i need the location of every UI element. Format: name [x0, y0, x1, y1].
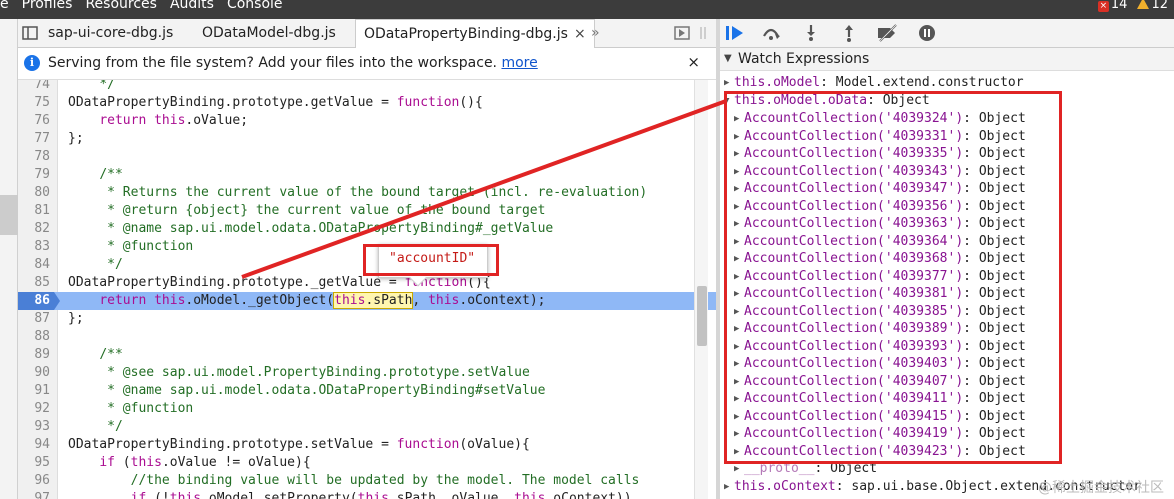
editor-tabbar: sap-ui-core-dbg.js ODataModel-dbg.js ODa… [18, 19, 716, 48]
line-number[interactable]: 75 [18, 94, 50, 112]
collapsed-triangle-icon: ▶ [724, 78, 730, 88]
code-line[interactable]: 95 if (this.oValue != oValue){ [18, 454, 716, 472]
annotation-box-watch [724, 91, 1062, 464]
line-number[interactable]: 88 [18, 328, 50, 346]
code-text: }; [68, 131, 84, 146]
code-line-current[interactable]: 86 return this.oModel._getObject(this.sP… [18, 292, 716, 310]
code-line[interactable]: 97 if (!this.oModel.setProperty(this.sPa… [18, 490, 716, 499]
close-tab-icon[interactable]: × [574, 26, 586, 42]
scrollbar-thumb[interactable] [697, 286, 707, 346]
code-line[interactable]: 94 ODataPropertyBinding.prototype.setValu… [18, 436, 716, 454]
line-number[interactable]: 97 [18, 490, 50, 499]
expand-triangle-icon: ▼ [724, 53, 732, 64]
watermark: @稀土掘金技术社区 [1038, 480, 1164, 496]
line-number[interactable]: 89 [18, 346, 50, 364]
close-icon[interactable]: × [687, 53, 700, 71]
menu-item-resources[interactable]: Resources [85, 0, 157, 12]
code-line[interactable]: 74 */ [18, 80, 716, 94]
code-line[interactable]: 88 [18, 328, 716, 346]
watch-expressions-header[interactable]: ▼ Watch Expressions [720, 48, 1174, 71]
line-number[interactable]: 92 [18, 400, 50, 418]
more-tabs-button[interactable]: » [591, 19, 600, 48]
line-number[interactable]: 83 [18, 238, 50, 256]
code-line[interactable]: 89 /** [18, 346, 716, 364]
annotation-arrow-line [241, 99, 727, 279]
line-number[interactable]: 85 [18, 274, 50, 292]
code-text: ODataPropertyBinding.prototype.setValue … [68, 437, 530, 452]
navigator-selection [0, 195, 18, 235]
code-line[interactable]: 90 * @see sap.ui.model.PropertyBinding.p… [18, 364, 716, 382]
tab-odatapropertybinding[interactable]: ODataPropertyBinding-dbg.js × [355, 19, 595, 48]
code-line[interactable]: 96 //the binding value will be updated b… [18, 472, 716, 490]
menu-item-console[interactable]: Console [227, 0, 283, 12]
toggle-navigator-icon[interactable] [22, 19, 38, 48]
warning-icon [1137, 0, 1150, 9]
line-number[interactable]: 95 [18, 454, 50, 472]
infobar-message: Serving from the file system? Add your f… [48, 55, 498, 71]
tab-sap-ui-core[interactable]: sap-ui-core-dbg.js [48, 19, 173, 48]
devtools-window: { "topbar":{"menu":["e","Profiles","Reso… [0, 0, 1174, 499]
code-text: if (!this.oModel.setProperty(this.sPath,… [130, 491, 632, 499]
toggle-debugger-icon[interactable] [674, 19, 710, 48]
navigator-strip[interactable] [0, 19, 18, 499]
menu-item-profiles[interactable]: Profiles [22, 0, 73, 12]
line-number[interactable]: 80 [18, 184, 50, 202]
workspace-infobar: i Serving from the file system? Add your… [18, 48, 716, 80]
error-icon: × [1097, 1, 1109, 12]
code-text: */ [99, 419, 123, 434]
step-into-icon[interactable] [800, 24, 822, 46]
line-number[interactable]: 96 [18, 472, 50, 490]
code-text: * @name sap.ui.model.odata.ODataProperty… [99, 383, 546, 398]
line-number[interactable]: 74 [18, 80, 50, 94]
watch-expressions-title: Watch Expressions [738, 51, 870, 67]
debugger-toolbar [720, 19, 1174, 48]
code-text: if (this.oValue != oValue){ [99, 455, 311, 470]
code-line[interactable]: 91 * @name sap.ui.model.odata.ODataPrope… [18, 382, 716, 400]
code-line[interactable]: 93 */ [18, 418, 716, 436]
code-text: //the binding value will be updated by t… [130, 473, 640, 488]
warning-count[interactable]: 12 [1137, 0, 1168, 12]
step-out-icon[interactable] [838, 24, 860, 46]
line-number[interactable]: 94 [18, 436, 50, 454]
menu-item-elements[interactable]: e [0, 0, 9, 12]
line-number[interactable]: 91 [18, 382, 50, 400]
line-number[interactable]: 86 [18, 292, 54, 310]
collapsed-triangle-icon: ▶ [724, 482, 730, 492]
devtools-menubar: e Profiles Resources Audits Console × 14 … [0, 0, 1174, 19]
line-number[interactable]: 93 [18, 418, 50, 436]
code-text: /** [99, 347, 123, 362]
code-text: * @function [99, 239, 194, 254]
line-number[interactable]: 84 [18, 256, 50, 274]
line-number[interactable]: 90 [18, 364, 50, 382]
menu-item-audits[interactable]: Audits [170, 0, 214, 12]
code-text: return this.oValue; [99, 113, 249, 128]
code-text: /** [99, 167, 123, 182]
info-icon: i [24, 55, 40, 71]
more-link[interactable]: more [501, 55, 537, 71]
code-text: }; [68, 311, 84, 326]
code-text: * @function [99, 401, 194, 416]
deactivate-breakpoints-icon[interactable] [876, 24, 898, 46]
error-count[interactable]: × 14 [1097, 0, 1127, 12]
watch-row-omodel[interactable]: ▶ this.oModel: Model.extend.constructor [724, 74, 1024, 92]
line-number[interactable]: 79 [18, 166, 50, 184]
code-text: return this.oModel._getObject(this.sPath… [99, 292, 546, 309]
code-line[interactable]: 92 * @function [18, 400, 716, 418]
resume-icon[interactable] [724, 24, 746, 46]
line-number[interactable]: 82 [18, 220, 50, 238]
line-number[interactable]: 76 [18, 112, 50, 130]
code-line[interactable]: 87}; [18, 310, 716, 328]
line-number[interactable]: 77 [18, 130, 50, 148]
line-number[interactable]: 78 [18, 148, 50, 166]
code-text: */ [99, 80, 115, 92]
code-text: */ [99, 257, 123, 272]
execution-pointer-icon [54, 292, 60, 310]
code-text: * @see sap.ui.model.PropertyBinding.prot… [99, 365, 530, 380]
line-number[interactable]: 87 [18, 310, 50, 328]
pause-on-exceptions-icon[interactable] [916, 24, 938, 46]
line-number[interactable]: 81 [18, 202, 50, 220]
tab-odatamodel[interactable]: ODataModel-dbg.js [202, 19, 336, 48]
step-over-icon[interactable] [760, 24, 782, 46]
